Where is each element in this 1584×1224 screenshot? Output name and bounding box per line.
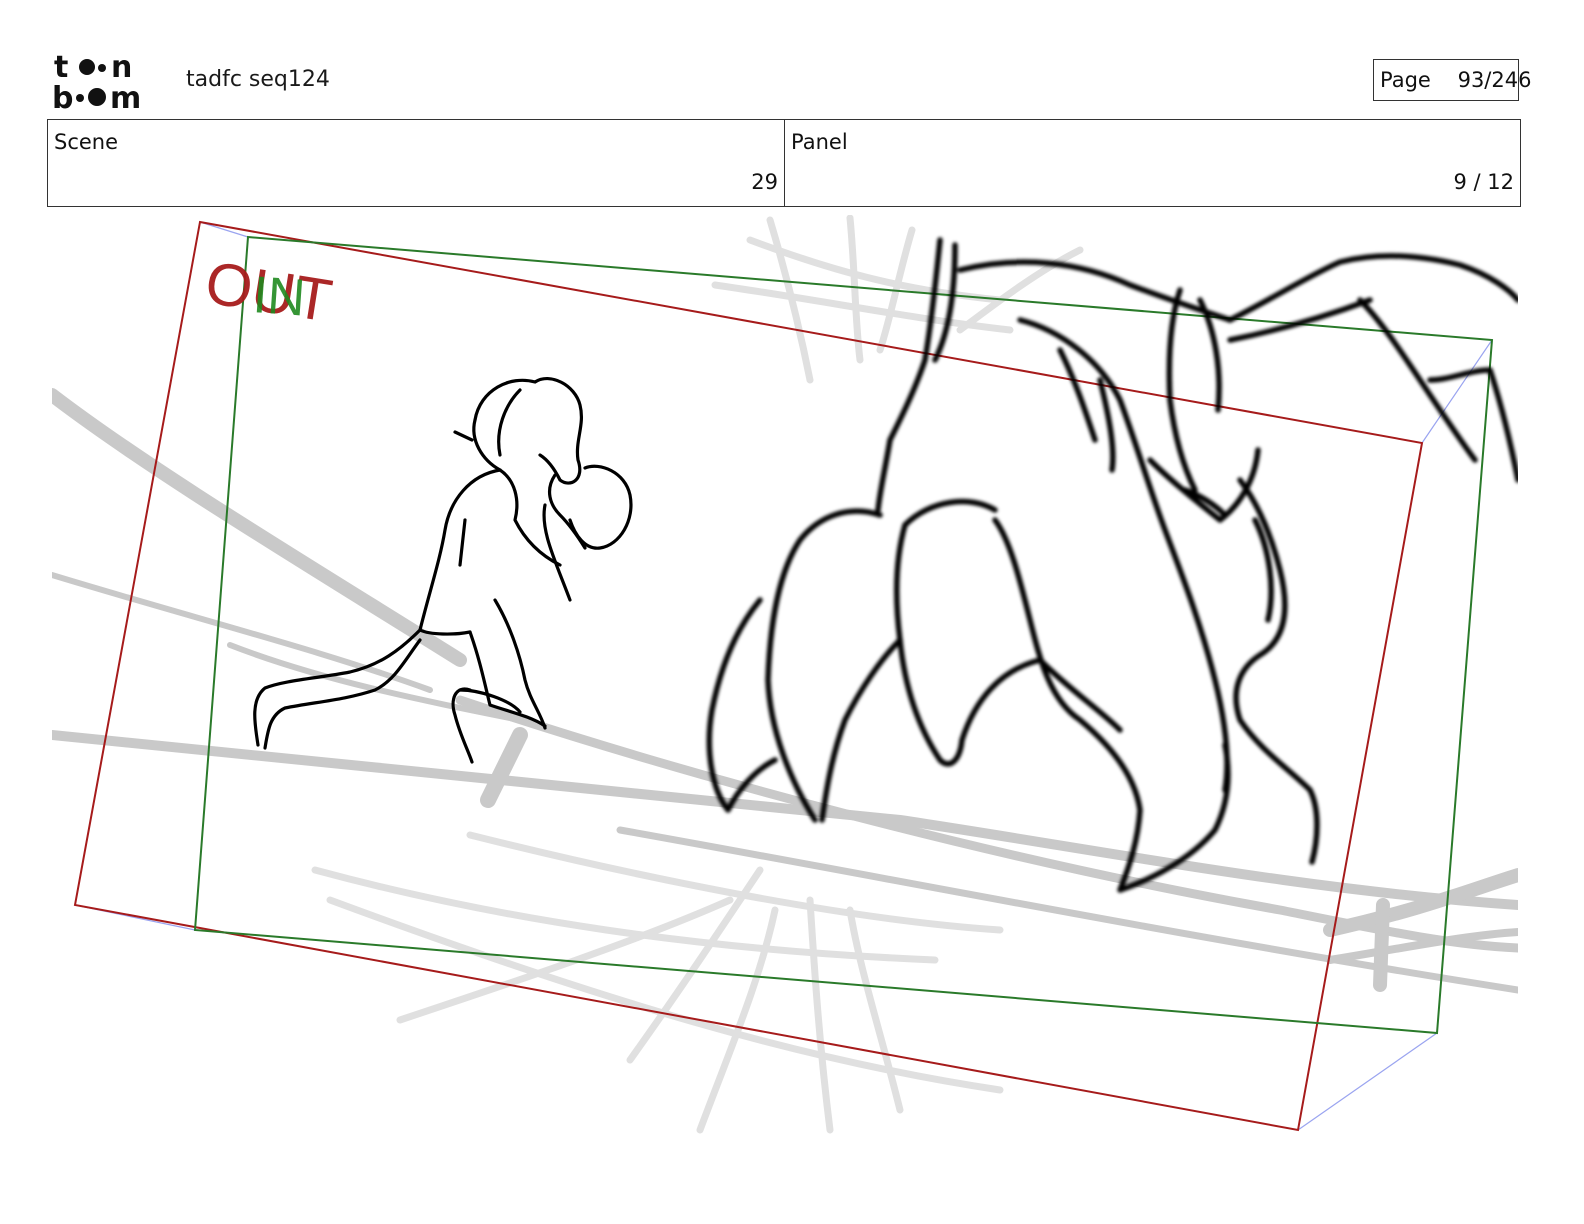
camera-path-lines xyxy=(74,221,1493,1131)
storyboard-panel-artwork: OUT IN xyxy=(52,215,1518,1134)
in-frame-label: IN xyxy=(251,266,307,327)
creature-claw-sketch xyxy=(706,237,1518,893)
camera-frames xyxy=(73,220,1494,1132)
